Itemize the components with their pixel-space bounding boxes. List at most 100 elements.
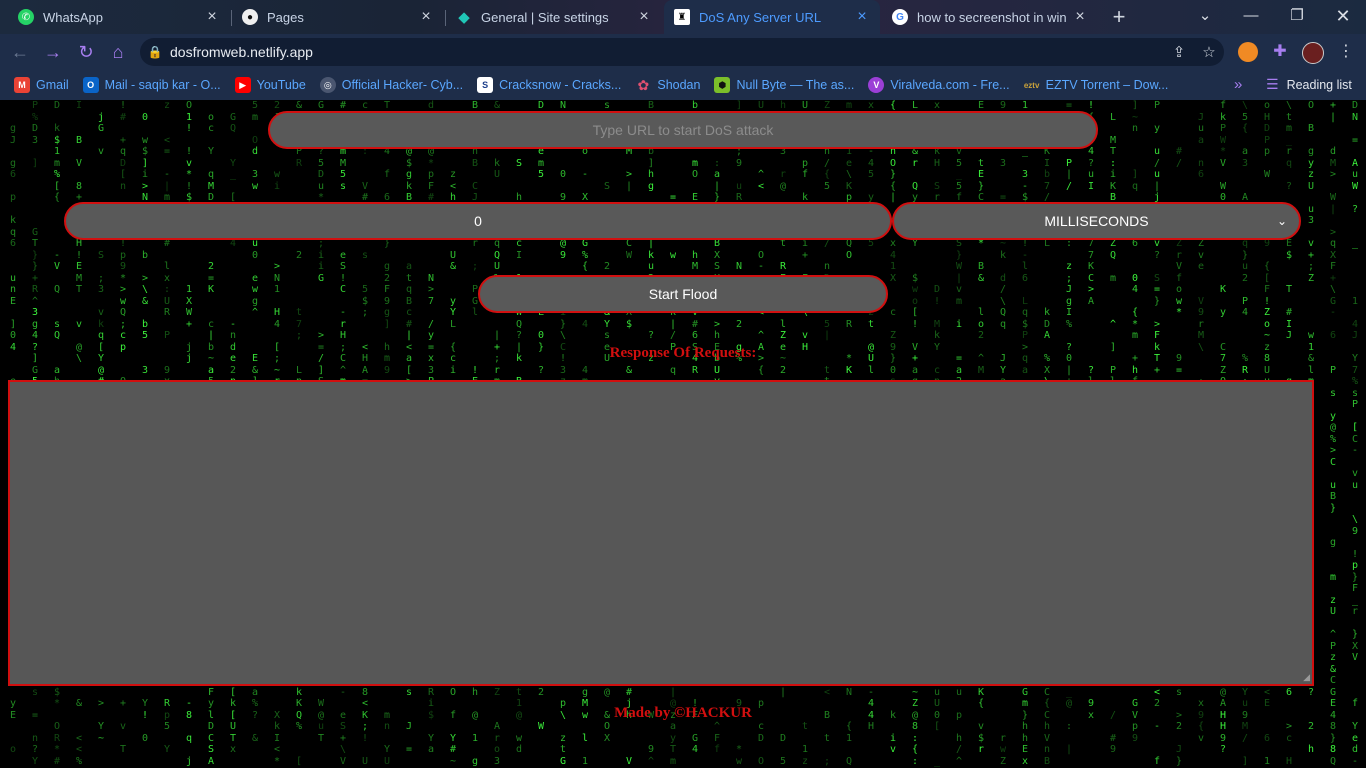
matrix-glyph: k xyxy=(493,157,501,169)
bookmark-null-byte[interactable]: ⬢ Null Byte — The as... xyxy=(714,77,854,93)
reload-icon[interactable]: ↻ xyxy=(74,40,98,64)
matrix-glyph: \ xyxy=(1329,284,1337,295)
matrix-glyph: k xyxy=(1219,111,1227,123)
matrix-glyph: V xyxy=(53,261,61,272)
close-icon[interactable]: × xyxy=(636,8,652,26)
bookmark-star-icon[interactable]: ☆ xyxy=(1194,43,1224,61)
matrix-glyph: 9 xyxy=(735,157,743,169)
url-input[interactable] xyxy=(268,111,1098,149)
matrix-glyph: P xyxy=(1241,295,1249,307)
matrix-glyph: A xyxy=(1087,295,1095,307)
matrix-glyph: 9 xyxy=(119,261,127,272)
forward-arrow-icon[interactable]: → xyxy=(41,40,65,64)
matrix-glyph: k xyxy=(999,249,1007,261)
matrix-glyph: g xyxy=(471,755,479,767)
matrix-glyph: | xyxy=(1153,180,1161,192)
share-icon[interactable]: ⇪ xyxy=(1164,43,1194,61)
matrix-glyph: u xyxy=(1307,203,1315,215)
home-icon[interactable]: ⌂ xyxy=(106,40,130,64)
minimize-icon[interactable]: — xyxy=(1236,4,1266,28)
matrix-glyph: ^ xyxy=(1109,318,1117,330)
matrix-glyph: R xyxy=(53,732,61,744)
bookmark-outlook[interactable]: O Mail - saqib kar - O... xyxy=(82,77,221,93)
matrix-glyph: } xyxy=(1329,732,1337,744)
address-bar[interactable]: 🔒 dosfromweb.netlify.app ⇪ ☆ xyxy=(140,38,1224,66)
matrix-glyph: b xyxy=(1043,169,1051,180)
tab-dos-any-server[interactable]: ♜ DoS Any Server URL × xyxy=(664,0,880,34)
matrix-glyph: X xyxy=(185,295,193,307)
matrix-glyph: m xyxy=(1131,330,1139,341)
matrix-glyph: - xyxy=(339,307,347,318)
bookmark-official-hacker[interactable]: ◎ Official Hacker- Cyb... xyxy=(319,77,463,93)
matrix-glyph: * xyxy=(185,169,193,180)
close-icon[interactable]: × xyxy=(204,8,220,26)
response-textarea[interactable]: ◢ xyxy=(8,380,1314,686)
address-url[interactable]: dosfromweb.netlify.app xyxy=(170,44,1164,60)
start-flood-button[interactable]: Start Flood xyxy=(478,275,888,313)
matrix-glyph: h xyxy=(471,686,479,698)
close-window-icon[interactable]: ✕ xyxy=(1328,4,1358,28)
close-icon[interactable]: × xyxy=(418,8,434,26)
matrix-glyph: v xyxy=(1351,468,1359,479)
bookmark-gmail[interactable]: M Gmail xyxy=(14,77,69,93)
matrix-glyph: @ xyxy=(1329,422,1337,433)
matrix-glyph: ~ xyxy=(273,364,281,376)
close-icon[interactable]: × xyxy=(854,8,870,26)
resize-grip-icon[interactable]: ◢ xyxy=(1303,672,1310,683)
matrix-glyph: s xyxy=(1329,387,1337,399)
matrix-glyph: + xyxy=(1153,364,1161,376)
bookmark-eztv[interactable]: eztv EZTV Torrent – Dow... xyxy=(1024,77,1169,93)
bookmark-shodan[interactable]: ✿ Shodan xyxy=(635,77,700,93)
matrix-glyph: } xyxy=(1175,755,1183,767)
matrix-glyph: 6 xyxy=(1329,330,1337,341)
tab-pages[interactable]: ● Pages × xyxy=(232,0,444,34)
maximize-icon[interactable]: ❐ xyxy=(1282,4,1312,28)
matrix-glyph: Y xyxy=(163,744,171,755)
tab-google-search[interactable]: G how to secreenshot in win 11 × xyxy=(882,0,1098,34)
bookmark-cracksnow[interactable]: S Cracksnow - Cracks... xyxy=(477,77,621,93)
matrix-glyph: u xyxy=(1351,479,1359,491)
profile-avatar[interactable] xyxy=(1302,42,1324,64)
matrix-glyph: 3 xyxy=(97,284,105,295)
new-tab-plus-icon[interactable]: + xyxy=(1107,5,1131,29)
back-arrow-icon[interactable]: ← xyxy=(8,40,32,64)
matrix-glyph: H xyxy=(1285,755,1293,767)
matrix-glyph: Q xyxy=(119,307,127,318)
extensions-puzzle-icon[interactable]: ✚ xyxy=(1270,42,1290,62)
matrix-glyph: W xyxy=(185,307,193,318)
matrix-glyph: c xyxy=(207,318,215,330)
tab-site-settings[interactable]: ◆ General | Site settings × xyxy=(446,0,662,34)
matrix-glyph: g xyxy=(581,686,589,698)
extension-orange-icon[interactable] xyxy=(1238,42,1258,62)
bookmark-label: Viralveda.com - Fre... xyxy=(890,78,1010,92)
matrix-glyph: O xyxy=(603,721,611,732)
matrix-glyph: + xyxy=(185,318,193,330)
matrix-glyph: 9 xyxy=(1219,732,1227,744)
tab-whatsapp[interactable]: ✆ WhatsApp × xyxy=(8,0,230,34)
interval-input[interactable] xyxy=(64,202,892,240)
matrix-glyph: ! xyxy=(75,249,83,261)
matrix-glyph: v xyxy=(889,744,897,755)
bookmark-viralveda[interactable]: V Viralveda.com - Fre... xyxy=(868,77,1010,93)
time-unit-select[interactable]: MILLISECONDS ⌄ xyxy=(892,202,1301,240)
menu-kebab-icon[interactable]: ⋮ xyxy=(1336,42,1356,62)
matrix-glyph: 1 xyxy=(273,284,281,295)
matrix-glyph: 8 xyxy=(75,180,83,192)
matrix-glyph: 5 xyxy=(779,755,787,767)
matrix-glyph: ? xyxy=(1087,364,1095,376)
matrix-glyph: t xyxy=(823,364,831,376)
tab-search-chevron-icon[interactable]: ⌄ xyxy=(1190,4,1220,28)
close-icon[interactable]: × xyxy=(1072,8,1088,26)
matrix-glyph: I xyxy=(1087,180,1095,192)
matrix-glyph: E xyxy=(977,169,985,180)
matrix-glyph: > xyxy=(1329,169,1337,180)
more-bookmarks-chevron-icon[interactable]: » xyxy=(1234,76,1242,93)
matrix-glyph: 4 xyxy=(273,318,281,330)
bookmark-youtube[interactable]: ▶ YouTube xyxy=(234,77,306,93)
matrix-glyph: # xyxy=(691,318,699,330)
matrix-glyph: P xyxy=(1219,123,1227,134)
matrix-glyph: B xyxy=(1307,123,1315,134)
reading-list-button[interactable]: ☰ Reading list xyxy=(1266,76,1352,93)
matrix-glyph: e xyxy=(339,249,347,261)
matrix-glyph: z xyxy=(1329,594,1337,606)
